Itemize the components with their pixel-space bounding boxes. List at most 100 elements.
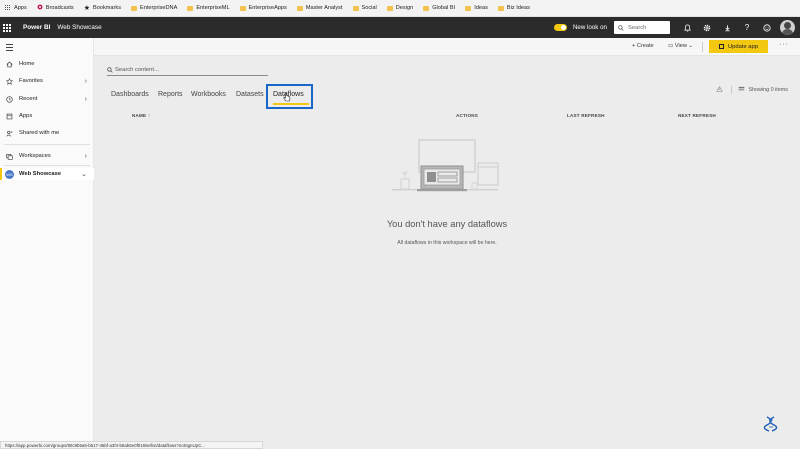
- create-label: Create: [636, 43, 654, 49]
- bookmark-folder-global-bi[interactable]: Global BI: [423, 5, 455, 11]
- clock-icon: [0, 95, 19, 103]
- sidebar-divider: [4, 144, 90, 145]
- bookmark-folder-enterpriseapps[interactable]: EnterpriseApps: [239, 5, 287, 11]
- column-header-next-refresh[interactable]: NEXT REFRESH: [678, 113, 716, 118]
- tab-workbooks[interactable]: Workbooks: [191, 91, 226, 98]
- warning-icon[interactable]: [716, 86, 724, 94]
- global-search-placeholder: Search: [628, 24, 647, 31]
- workspace-title: Web Showcase: [57, 24, 102, 31]
- help-icon: ?: [744, 23, 750, 32]
- sidebar-item-apps[interactable]: Apps: [0, 110, 94, 122]
- bell-icon: [683, 23, 691, 31]
- chevron-down-icon: ⌄: [81, 171, 87, 178]
- sidebar-item-favorites[interactable]: Favorites ›: [0, 75, 94, 87]
- hamburger-menu-icon[interactable]: [6, 44, 13, 53]
- top-bar: Power BI Web Showcase New look on Search…: [0, 17, 800, 38]
- bookmark-label: EnterpriseML: [196, 5, 230, 11]
- bookmark-folder-social[interactable]: Social: [352, 5, 377, 11]
- new-look-toggle[interactable]: [553, 24, 567, 31]
- browser-status-url: https://app.powerbi.com/groups/90c9b5a5-…: [0, 441, 263, 449]
- view-label: View: [674, 43, 687, 49]
- tab-dashboards[interactable]: Dashboards: [111, 91, 149, 98]
- update-app-label: Update app: [728, 43, 758, 50]
- more-options-button[interactable]: ···: [779, 41, 789, 48]
- settings-button[interactable]: [697, 17, 717, 38]
- broadcasts-icon: [37, 4, 43, 12]
- folder-icon: [296, 5, 303, 11]
- global-search-box[interactable]: Search: [614, 21, 670, 34]
- bookmark-label: Master Analyst: [305, 5, 343, 11]
- content-search-box[interactable]: [107, 64, 268, 76]
- folder-icon: [239, 5, 246, 11]
- chevron-right-icon: ›: [84, 77, 87, 85]
- bookmark-folder-ideas[interactable]: Ideas: [465, 5, 488, 11]
- folder-icon: [131, 5, 137, 11]
- settings-icon: [703, 24, 711, 31]
- sidebar-item-recent[interactable]: Recent ›: [0, 93, 94, 105]
- content-search-input[interactable]: [113, 66, 253, 73]
- bookmark-label: Apps: [14, 5, 27, 11]
- bookmark-folder-enterpriseml[interactable]: EnterpriseML: [187, 5, 230, 11]
- app-launcher-button[interactable]: [0, 17, 14, 38]
- sort-ascending-icon: ↑: [147, 113, 151, 118]
- bookmark-label: Biz Ideas: [506, 5, 530, 11]
- column-header-last-refresh[interactable]: LAST REFRESH: [567, 113, 605, 118]
- update-app-button[interactable]: Update app: [709, 40, 768, 53]
- sidebar-item-label: Favorites: [19, 78, 43, 84]
- divider: [731, 86, 733, 94]
- sidebar-item-label: Web Showcase: [19, 171, 62, 177]
- folder-icon: [465, 5, 472, 11]
- brand-name[interactable]: Power BI: [23, 24, 50, 31]
- command-bar-divider: [702, 42, 703, 52]
- empty-state-illustration: [392, 139, 499, 192]
- workspace-avatar-icon: WS: [5, 169, 14, 179]
- bookmark-label: Social: [361, 5, 377, 11]
- bookmark-bookmarks[interactable]: ★ Bookmarks: [84, 4, 121, 12]
- bookmark-label: Ideas: [474, 5, 488, 11]
- showing-items-label: Showing 0 items: [748, 87, 788, 93]
- view-button[interactable]: ▭ View ⌄: [668, 43, 693, 49]
- bookmark-broadcasts[interactable]: Broadcasts: [37, 4, 74, 12]
- stack-icon: [738, 86, 745, 94]
- shared-icon: [0, 130, 19, 137]
- waffle-icon: [3, 23, 11, 32]
- bookmarks-bar: Apps Broadcasts ★ Bookmarks EnterpriseDN…: [0, 0, 800, 17]
- feedback-button[interactable]: [757, 17, 777, 38]
- bookmark-apps[interactable]: Apps: [5, 5, 27, 11]
- chevron-down-icon: ⌄: [686, 43, 694, 49]
- create-button[interactable]: + Create: [632, 43, 654, 49]
- user-avatar[interactable]: [780, 20, 795, 35]
- command-bar: + Create ▭ View ⌄ Update app ···: [94, 38, 800, 56]
- apps-icon: [0, 113, 19, 120]
- bookmark-folder-master-analyst[interactable]: Master Analyst: [296, 5, 343, 11]
- sidebar-item-home[interactable]: Home: [0, 58, 94, 70]
- star-icon: [0, 77, 19, 85]
- sidebar-divider: [4, 165, 90, 166]
- folder-icon: [352, 5, 359, 11]
- empty-state-title: You don't have any dataflows: [386, 219, 508, 229]
- column-header-actions: ACTIONS: [456, 113, 479, 118]
- chevron-right-icon: ›: [84, 152, 87, 160]
- sidebar-item-workspaces[interactable]: Workspaces ›: [0, 150, 94, 162]
- smiley-icon: [763, 23, 771, 32]
- bookmark-label: Global BI: [432, 5, 456, 11]
- notifications-button[interactable]: [677, 17, 697, 38]
- apps-grid-icon: [5, 5, 11, 11]
- download-button[interactable]: [717, 17, 737, 38]
- bookmark-folder-biz-ideas[interactable]: Biz Ideas: [497, 5, 530, 11]
- bookmark-folder-enterprisedna[interactable]: EnterpriseDNA: [131, 5, 177, 11]
- mouse-pointer-icon: [283, 92, 291, 102]
- view-icon: ▭: [668, 43, 675, 49]
- column-header-name[interactable]: NAME ↑: [132, 113, 150, 118]
- tab-datasets[interactable]: Datasets: [236, 91, 264, 98]
- sidebar-item-shared-with-me[interactable]: Shared with me: [0, 127, 94, 139]
- sidebar-item-web-showcase[interactable]: WS Web Showcase ⌄: [0, 168, 94, 180]
- left-nav: Home Favorites › Recent › Apps Shared wi…: [0, 38, 94, 441]
- help-button[interactable]: ?: [737, 17, 757, 38]
- bookmark-folder-design[interactable]: Design: [386, 5, 413, 11]
- bookmark-label: Broadcasts: [45, 5, 74, 11]
- sidebar-item-label: Workspaces: [19, 153, 51, 159]
- search-icon: [618, 24, 624, 31]
- tab-reports[interactable]: Reports: [158, 91, 183, 98]
- folder-icon: [497, 5, 504, 11]
